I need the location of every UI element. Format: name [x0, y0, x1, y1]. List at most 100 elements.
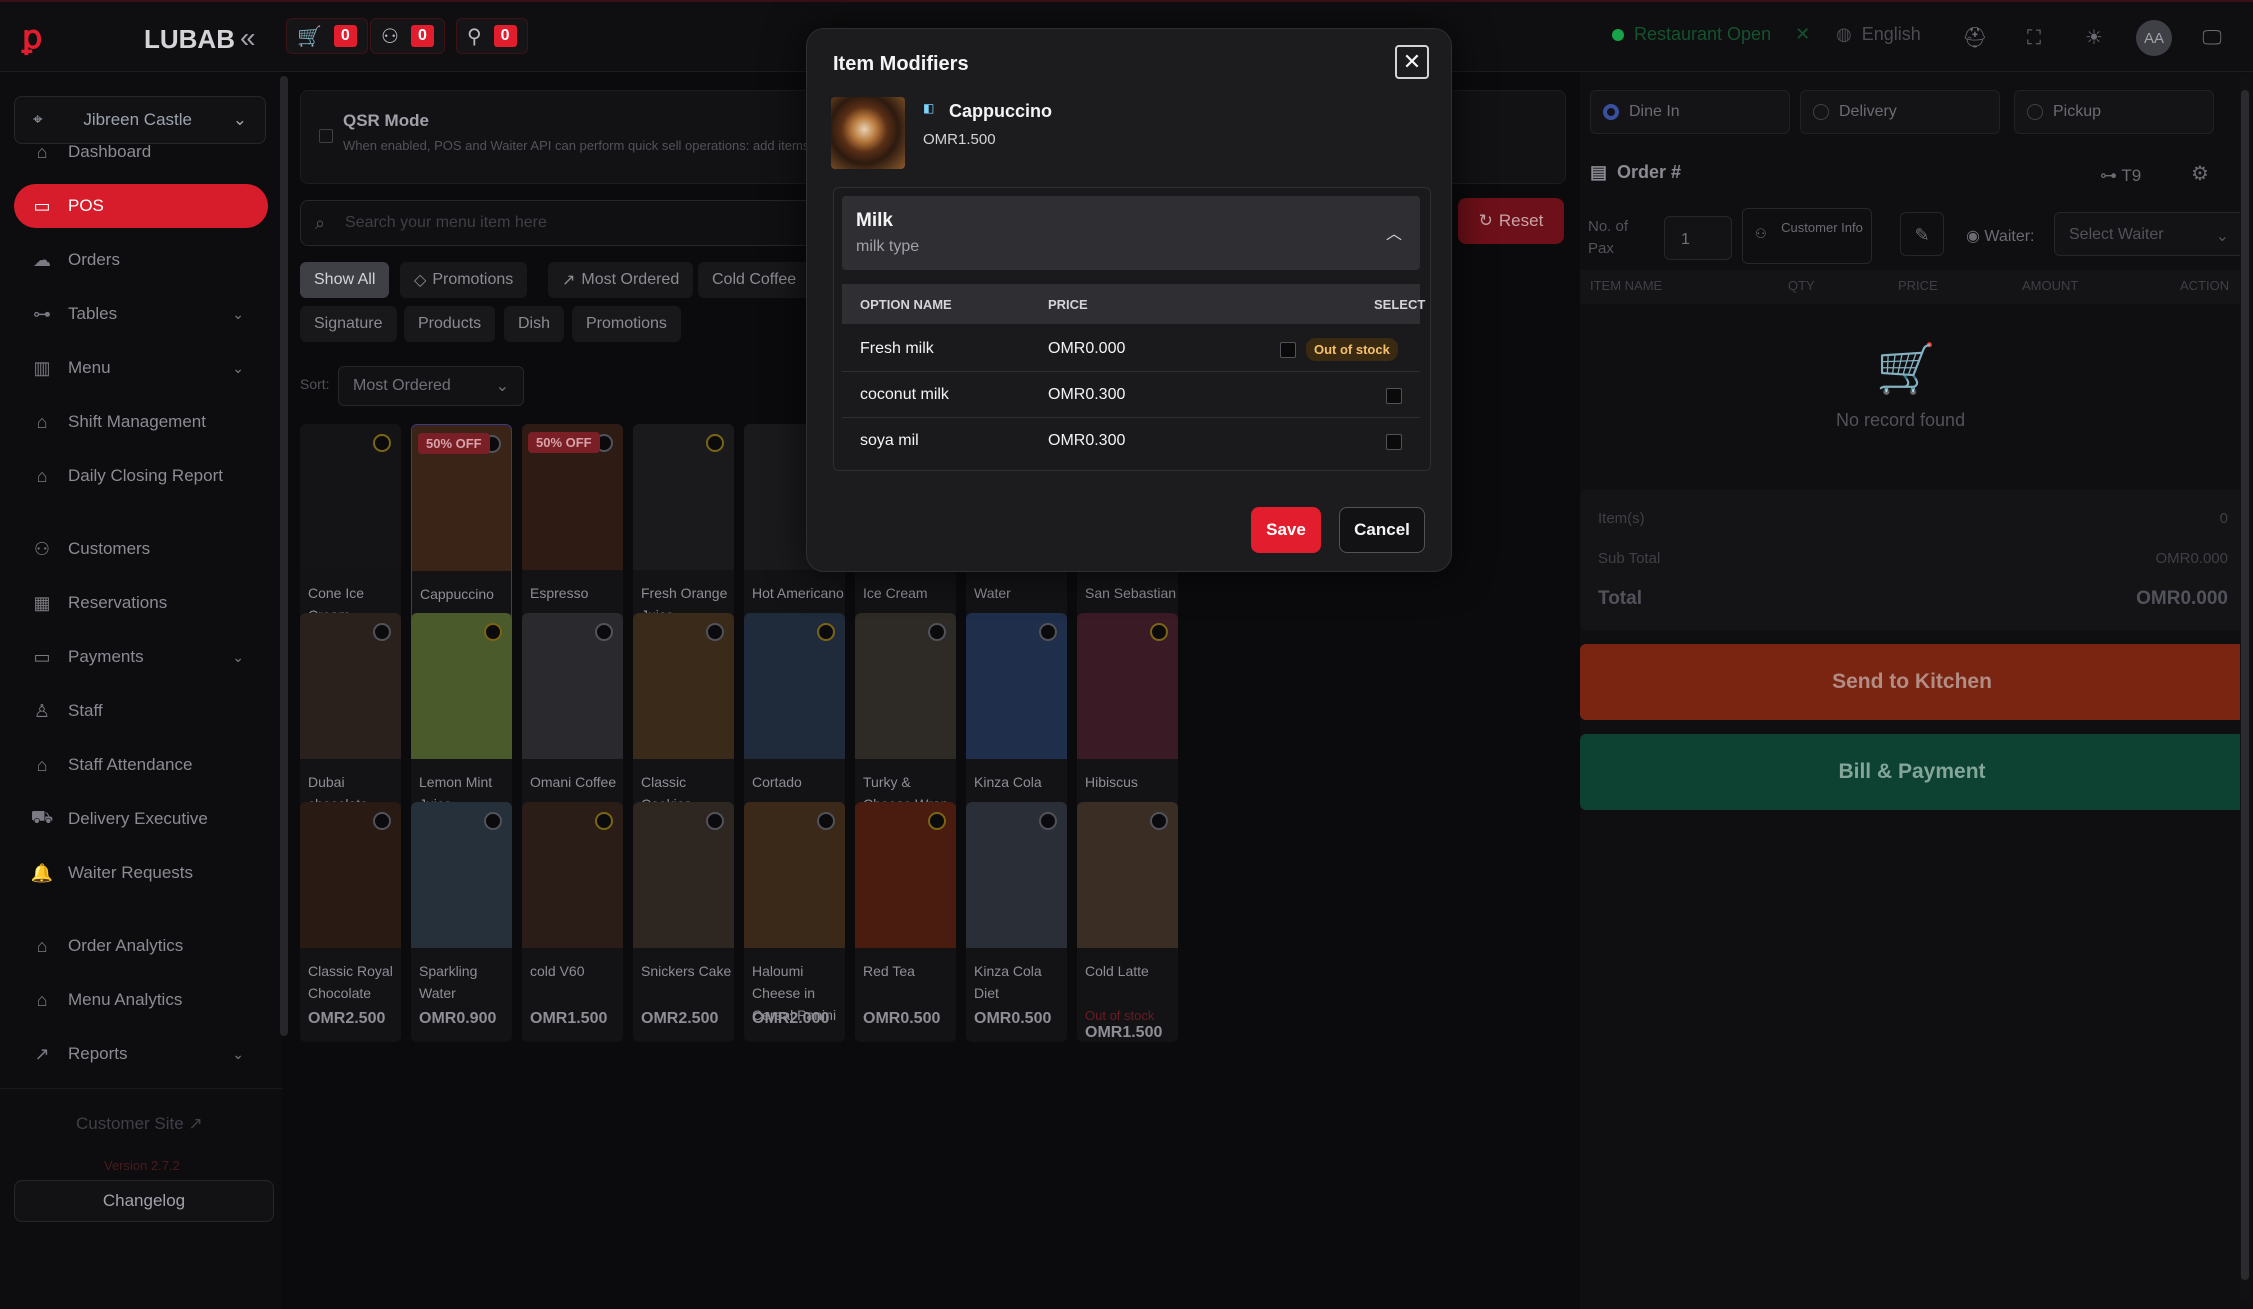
- radio-pickup[interactable]: [2027, 104, 2043, 120]
- qsr-mode-checkbox[interactable]: [319, 129, 333, 143]
- language-selector[interactable]: ◍ English: [1836, 24, 1921, 45]
- menu-item-name: Kinza Cola Diet: [974, 963, 1042, 1001]
- customer-info-button[interactable]: ⚇ Customer Info: [1742, 208, 1872, 264]
- waiter-select[interactable]: Select Waiter ⌄: [2054, 212, 2244, 256]
- sidebar-item-reservations[interactable]: ▦ Reservations: [14, 581, 268, 625]
- chip-promotions[interactable]: ◇ Promotions: [400, 262, 528, 298]
- table-icon: ⚲: [467, 25, 482, 48]
- sidebar-item-customers[interactable]: ⚇ Customers: [14, 527, 268, 571]
- food-type-icon: [817, 812, 835, 830]
- chip-products[interactable]: Products: [404, 306, 496, 342]
- sidebar-item-shift-management[interactable]: ⌂ Shift Management: [14, 400, 268, 444]
- fullscreen-icon[interactable]: ⛶: [2022, 26, 2046, 50]
- menu-item-card[interactable]: Cold Latte Out of stock OMR1.500: [1077, 802, 1178, 1042]
- chevron-up-icon[interactable]: ︿: [1386, 220, 1402, 244]
- col-price: PRICE: [1048, 297, 1088, 312]
- sidebar-item-payments[interactable]: ▭ Payments ⌄: [14, 635, 268, 679]
- menu-item-card[interactable]: Classic Royal Chocolate OMR2.500: [300, 802, 401, 1042]
- chip-signature[interactable]: Signature: [300, 306, 397, 342]
- menu-item-name: Kinza Cola: [974, 774, 1042, 790]
- changelog-button[interactable]: Changelog: [14, 1180, 274, 1222]
- bill-payment-button[interactable]: Bill & Payment: [1580, 734, 2244, 810]
- subtotal-row: Sub Total OMR0.000: [1598, 550, 2228, 567]
- waiter-counter-button[interactable]: ⚇ 0: [370, 18, 445, 54]
- chip-dish[interactable]: Dish: [504, 306, 565, 342]
- close-icon[interactable]: ✕: [1795, 24, 1810, 45]
- order-type-label: Pickup: [2053, 103, 2102, 120]
- order-type-label: Delivery: [1839, 103, 1897, 120]
- sidebar-item-waiter-requests[interactable]: 🔔 Waiter Requests: [14, 851, 268, 895]
- waiter-hat-icon[interactable]: ⛑: [1962, 26, 1987, 50]
- menu-item-card[interactable]: Haloumi Cheese in Cereal Panini OMR2.000: [744, 802, 845, 1042]
- sidebar-item-delivery-executive[interactable]: ⛟ Delivery Executive: [14, 797, 268, 841]
- chip-most-ordered[interactable]: ↗ Most Ordered: [548, 262, 694, 298]
- sidebar-item-reports[interactable]: ↗ Reports ⌄: [14, 1032, 268, 1076]
- sidebar-item-staff-attendance[interactable]: ⌂ Staff Attendance: [14, 743, 268, 787]
- sidebar-item-dashboard[interactable]: ⌂ Dashboard: [14, 130, 268, 174]
- close-icon[interactable]: ✕: [1395, 45, 1429, 79]
- tag-icon: ◇: [414, 272, 427, 289]
- sidebar-item-menu[interactable]: ▥ Menu ⌄: [14, 346, 268, 390]
- monitor-icon[interactable]: 🖵: [2200, 26, 2224, 50]
- modifier-group-header[interactable]: Milk milk type ︿: [842, 196, 1420, 270]
- sidebar-item-pos[interactable]: ▭ POS: [14, 184, 268, 228]
- page-scrollbar[interactable]: [2240, 76, 2250, 1301]
- sidebar-item-daily-closing-report[interactable]: ⌂ Daily Closing Report: [14, 454, 268, 498]
- chip-promotions-2[interactable]: Promotions: [572, 306, 681, 342]
- menu-item-price: OMR2.000: [752, 1010, 830, 1027]
- chip-show-all[interactable]: Show All: [300, 262, 390, 298]
- logo-icon: ꝑ: [22, 19, 43, 55]
- menu-item-name: Classic Royal Chocolate: [308, 963, 393, 1001]
- order-type-delivery[interactable]: Delivery: [1800, 90, 2000, 134]
- external-link-icon: ↗: [188, 1114, 203, 1133]
- food-type-icon: [595, 812, 613, 830]
- sidebar-item-order-analytics[interactable]: ⌂ Order Analytics: [14, 924, 268, 968]
- sidebar-item-staff[interactable]: ♙ Staff: [14, 689, 268, 733]
- pax-input[interactable]: 1: [1664, 216, 1732, 260]
- send-to-kitchen-button[interactable]: Send to Kitchen: [1580, 644, 2244, 720]
- option-name: soya mil: [860, 432, 919, 449]
- menu-item-card[interactable]: Kinza Cola Diet OMR0.500: [966, 802, 1067, 1042]
- option-checkbox[interactable]: [1386, 434, 1402, 450]
- sidebar-item-tables[interactable]: ⊶ Tables ⌄: [14, 292, 268, 336]
- edit-icon[interactable]: ✎: [1900, 212, 1944, 256]
- cancel-button[interactable]: Cancel: [1339, 507, 1425, 553]
- menu-item-name: Snickers Cake: [641, 963, 732, 979]
- option-checkbox[interactable]: [1280, 342, 1296, 358]
- gear-icon[interactable]: ⚙: [2188, 162, 2212, 186]
- menu-item-card[interactable]: Snickers Cake OMR2.500: [633, 802, 734, 1042]
- option-checkbox[interactable]: [1386, 388, 1402, 404]
- sort-select[interactable]: Most Ordered ⌄: [338, 366, 524, 406]
- menu-item-price: OMR1.500: [530, 1010, 608, 1027]
- total-row: Total OMR0.000: [1598, 588, 2228, 610]
- chip-cold-coffee[interactable]: Cold Coffee: [698, 262, 811, 298]
- option-name: Fresh milk: [860, 340, 934, 357]
- table-counter-button[interactable]: ⚲ 0: [456, 18, 528, 54]
- cart-counter-button[interactable]: 🛒 0: [286, 18, 368, 54]
- avatar[interactable]: AA: [2136, 20, 2172, 56]
- sidebar-item-orders[interactable]: ☁ Orders: [14, 238, 268, 282]
- sidebar-scrollbar[interactable]: [280, 76, 288, 1036]
- sidebar-item-label: Daily Closing Report: [68, 466, 223, 485]
- col-option-name: OPTION NAME: [860, 297, 952, 312]
- logo[interactable]: ꝑ: [22, 20, 52, 54]
- menu-item-card[interactable]: cold V60 OMR1.500: [522, 802, 623, 1042]
- radio-delivery[interactable]: [1813, 104, 1829, 120]
- sidebar-item-menu-analytics[interactable]: ⌂ Menu Analytics: [14, 978, 268, 1022]
- reset-button[interactable]: ↻ Reset: [1458, 198, 1564, 244]
- order-type-pickup[interactable]: Pickup: [2014, 90, 2214, 134]
- sun-icon[interactable]: ☀: [2082, 26, 2106, 50]
- menu-item-card[interactable]: Red Tea OMR0.500: [855, 802, 956, 1042]
- save-button[interactable]: Save: [1251, 507, 1321, 553]
- order-type-dine-in[interactable]: Dine In: [1590, 90, 1790, 134]
- menu-item-card[interactable]: Sparkling Water OMR0.900: [411, 802, 512, 1042]
- table-badge[interactable]: ⊶ T9: [2100, 166, 2141, 186]
- customer-site-link[interactable]: Customer Site ↗: [76, 1114, 203, 1134]
- double-chevron-left-icon[interactable]: «: [240, 22, 256, 54]
- radio-dine-in[interactable]: [1603, 104, 1619, 120]
- option-name: coconut milk: [860, 386, 949, 403]
- order-type-label: Dine In: [1629, 103, 1680, 120]
- restaurant-status[interactable]: Restaurant Open ✕: [1612, 24, 1810, 45]
- food-type-icon: [1150, 812, 1168, 830]
- scrollbar-thumb[interactable]: [2241, 90, 2249, 1280]
